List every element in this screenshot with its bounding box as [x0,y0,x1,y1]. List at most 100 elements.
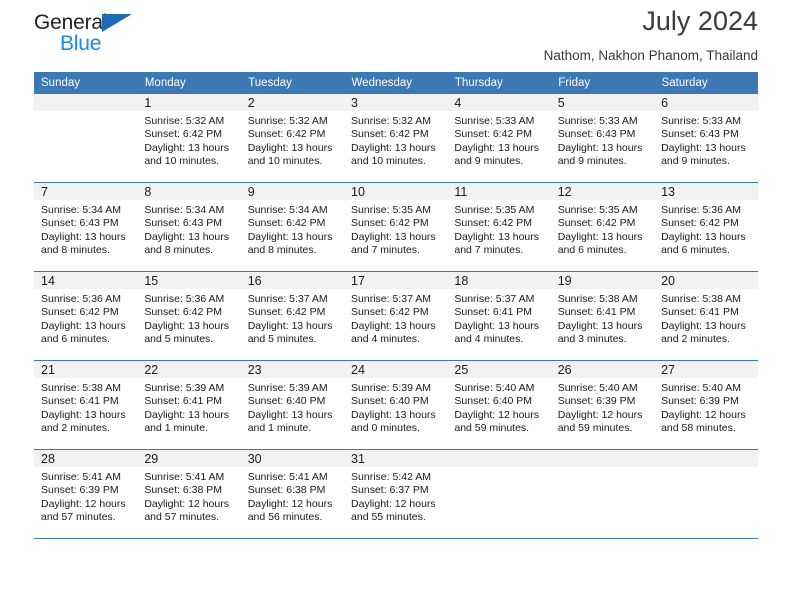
day-sun-info: Sunrise: 5:36 AM Sunset: 6:42 PM Daylight:… [137,289,240,347]
sunrise-text: Sunrise: 5:39 AM [144,382,225,394]
day-cell[interactable]: 18 Sunrise: 5:37 AM Sunset: 6:41 PM Dayligh… [447,272,551,360]
daylight-text: Daylight: 13 hours and 2 minutes. [661,319,746,346]
day-sun-info: Sunrise: 5:37 AM Sunset: 6:42 PM Daylight:… [344,289,447,347]
day-cell[interactable]: 21 Sunrise: 5:38 AM Sunset: 6:41 PM Dayligh… [34,361,138,449]
day-cell[interactable]: 24 Sunrise: 5:39 AM Sunset: 6:40 PM Dayligh… [344,361,448,449]
daylight-text: Daylight: 13 hours and 6 minutes. [41,319,126,346]
sunrise-text: Sunrise: 5:38 AM [557,293,638,305]
day-cell[interactable]: 6 Sunrise: 5:33 AM Sunset: 6:43 PM Daylight… [654,94,758,182]
day-cell[interactable]: 20 Sunrise: 5:38 AM Sunset: 6:41 PM Dayligh… [654,272,758,360]
sunrise-text: Sunrise: 5:37 AM [351,293,431,305]
day-cell[interactable]: 3 Sunrise: 5:32 AM Sunset: 6:42 PM Daylight… [344,94,448,182]
day-number: 9 [240,183,345,200]
day-sun-info: Sunrise: 5:35 AM Sunset: 6:42 PM Daylight:… [447,200,550,258]
day-cell[interactable]: 27 Sunrise: 5:40 AM Sunset: 6:39 PM Dayligh… [654,361,758,449]
day-sun-info: Sunrise: 5:38 AM Sunset: 6:41 PM Daylight:… [551,289,654,347]
day-cell[interactable]: 14 Sunrise: 5:36 AM Sunset: 6:42 PM Dayligh… [34,272,138,360]
day-sun-info: Sunrise: 5:40 AM Sunset: 6:39 PM Daylight:… [551,378,654,436]
day-cell[interactable]: 1 Sunrise: 5:32 AM Sunset: 6:42 PM Daylight… [137,94,241,182]
day-cell-empty [34,94,138,182]
daylight-text: Daylight: 13 hours and 1 minute. [247,408,333,435]
sunset-text: Sunset: 6:38 PM [247,484,326,497]
daylight-text: Daylight: 13 hours and 4 minutes. [454,319,540,346]
day-cell[interactable]: 31 Sunrise: 5:42 AM Sunset: 6:37 PM Dayligh… [344,450,448,538]
sunrise-text: Sunrise: 5:36 AM [661,204,742,216]
sunset-text: Sunset: 6:40 PM [454,395,533,408]
day-cell[interactable]: 22 Sunrise: 5:39 AM Sunset: 6:41 PM Dayligh… [137,361,241,449]
day-cell-empty [550,450,655,538]
sunrise-text: Sunrise: 5:40 AM [557,382,638,394]
day-cell[interactable]: 29 Sunrise: 5:41 AM Sunset: 6:38 PM Dayligh… [137,450,241,538]
sunrise-text: Sunrise: 5:34 AM [144,204,225,216]
day-cell[interactable]: 10 Sunrise: 5:35 AM Sunset: 6:42 PM Dayligh… [344,183,448,271]
day-number: 1 [137,94,241,111]
daylight-text: Daylight: 13 hours and 10 minutes. [351,141,436,168]
day-sun-info: Sunrise: 5:32 AM Sunset: 6:42 PM Daylight:… [241,111,344,169]
day-cell[interactable]: 13 Sunrise: 5:36 AM Sunset: 6:42 PM Dayligh… [654,183,758,271]
day-cell[interactable]: 7 Sunrise: 5:34 AM Sunset: 6:43 PM Daylight… [34,183,138,271]
day-number [550,450,655,467]
sunrise-sunset-calendar: Sunday Monday Tuesday Wednesday Thursday Frid… [34,72,759,539]
sunrise-text: Sunrise: 5:32 AM [144,115,225,127]
weekday-header-saturday: Saturday [654,72,759,94]
day-cell[interactable]: 9 Sunrise: 5:34 AM Sunset: 6:42 PM Daylight… [240,183,345,271]
day-cell[interactable]: 23 Sunrise: 5:39 AM Sunset: 6:40 PM Dayligh… [240,361,345,449]
day-number: 10 [344,183,448,200]
day-number: 25 [447,361,551,378]
daylight-text: Daylight: 13 hours and 6 minutes. [557,230,643,257]
day-sun-info: Sunrise: 5:41 AM Sunset: 6:38 PM Daylight:… [137,467,240,525]
day-cell[interactable]: 28 Sunrise: 5:41 AM Sunset: 6:39 PM Dayligh… [34,450,138,538]
day-number: 8 [137,183,241,200]
day-number: 22 [137,361,241,378]
weekday-header-wednesday: Wednesday [344,72,448,94]
sunset-text: Sunset: 6:42 PM [351,306,429,319]
sunrise-text: Sunrise: 5:41 AM [247,471,328,483]
day-cell[interactable]: 4 Sunrise: 5:33 AM Sunset: 6:42 PM Daylight… [447,94,551,182]
daylight-text: Daylight: 13 hours and 8 minutes. [247,230,333,257]
day-cell[interactable]: 15 Sunrise: 5:36 AM Sunset: 6:42 PM Dayligh… [137,272,241,360]
sunset-text: Sunset: 6:43 PM [557,128,636,141]
day-number: 4 [447,94,551,111]
logo-triangle-icon [102,14,132,32]
day-cell[interactable]: 19 Sunrise: 5:38 AM Sunset: 6:41 PM Dayligh… [550,272,655,360]
day-cell[interactable]: 8 Sunrise: 5:34 AM Sunset: 6:43 PM Daylight… [137,183,241,271]
day-cell[interactable]: 17 Sunrise: 5:37 AM Sunset: 6:42 PM Dayligh… [344,272,448,360]
sunset-text: Sunset: 6:43 PM [144,217,222,230]
calendar-week-row: 21 Sunrise: 5:38 AM Sunset: 6:41 PM Dayligh… [34,360,758,450]
sunset-text: Sunset: 6:42 PM [454,217,533,230]
day-cell[interactable]: 30 Sunrise: 5:41 AM Sunset: 6:38 PM Dayligh… [240,450,345,538]
daylight-text: Daylight: 13 hours and 5 minutes. [247,319,333,346]
sunrise-text: Sunrise: 5:39 AM [247,382,328,394]
sunrise-text: Sunrise: 5:35 AM [454,204,535,216]
sunset-text: Sunset: 6:42 PM [247,306,326,319]
sunset-text: Sunset: 6:42 PM [144,128,222,141]
calendar-week-row: 28 Sunrise: 5:41 AM Sunset: 6:39 PM Dayligh… [34,449,758,539]
sunrise-text: Sunrise: 5:39 AM [351,382,431,394]
daylight-text: Daylight: 13 hours and 9 minutes. [661,141,746,168]
day-cell[interactable]: 5 Sunrise: 5:33 AM Sunset: 6:43 PM Daylight… [550,94,655,182]
day-cell[interactable]: 16 Sunrise: 5:37 AM Sunset: 6:42 PM Dayligh… [240,272,345,360]
day-number: 24 [344,361,448,378]
sunrise-text: Sunrise: 5:41 AM [144,471,225,483]
day-cell[interactable]: 2 Sunrise: 5:32 AM Sunset: 6:42 PM Daylight… [240,94,345,182]
day-number: 19 [550,272,655,289]
day-sun-info: Sunrise: 5:39 AM Sunset: 6:40 PM Daylight:… [344,378,447,436]
sunrise-text: Sunrise: 5:32 AM [247,115,328,127]
day-cell[interactable]: 12 Sunrise: 5:35 AM Sunset: 6:42 PM Dayligh… [550,183,655,271]
sunset-text: Sunset: 6:42 PM [41,306,119,319]
page-header: General Blue July 2024 Nathom, Nakhon Ph… [34,0,758,72]
day-cell[interactable]: 11 Sunrise: 5:35 AM Sunset: 6:42 PM Dayligh… [447,183,551,271]
sunrise-text: Sunrise: 5:34 AM [247,204,328,216]
daylight-text: Daylight: 13 hours and 10 minutes. [144,141,229,168]
sunset-text: Sunset: 6:41 PM [661,306,739,319]
day-number [34,94,138,111]
sunset-text: Sunset: 6:39 PM [661,395,739,408]
daylight-text: Daylight: 13 hours and 3 minutes. [557,319,643,346]
day-cell[interactable]: 25 Sunrise: 5:40 AM Sunset: 6:40 PM Dayligh… [447,361,551,449]
daylight-text: Daylight: 13 hours and 0 minutes. [351,408,436,435]
daylight-text: Daylight: 13 hours and 9 minutes. [454,141,540,168]
day-cell[interactable]: 26 Sunrise: 5:40 AM Sunset: 6:39 PM Dayligh… [550,361,655,449]
sunrise-text: Sunrise: 5:33 AM [454,115,535,127]
title-block: July 2024 Nathom, Nakhon Phanom, Thailan… [544,0,758,64]
daylight-text: Daylight: 13 hours and 4 minutes. [351,319,436,346]
